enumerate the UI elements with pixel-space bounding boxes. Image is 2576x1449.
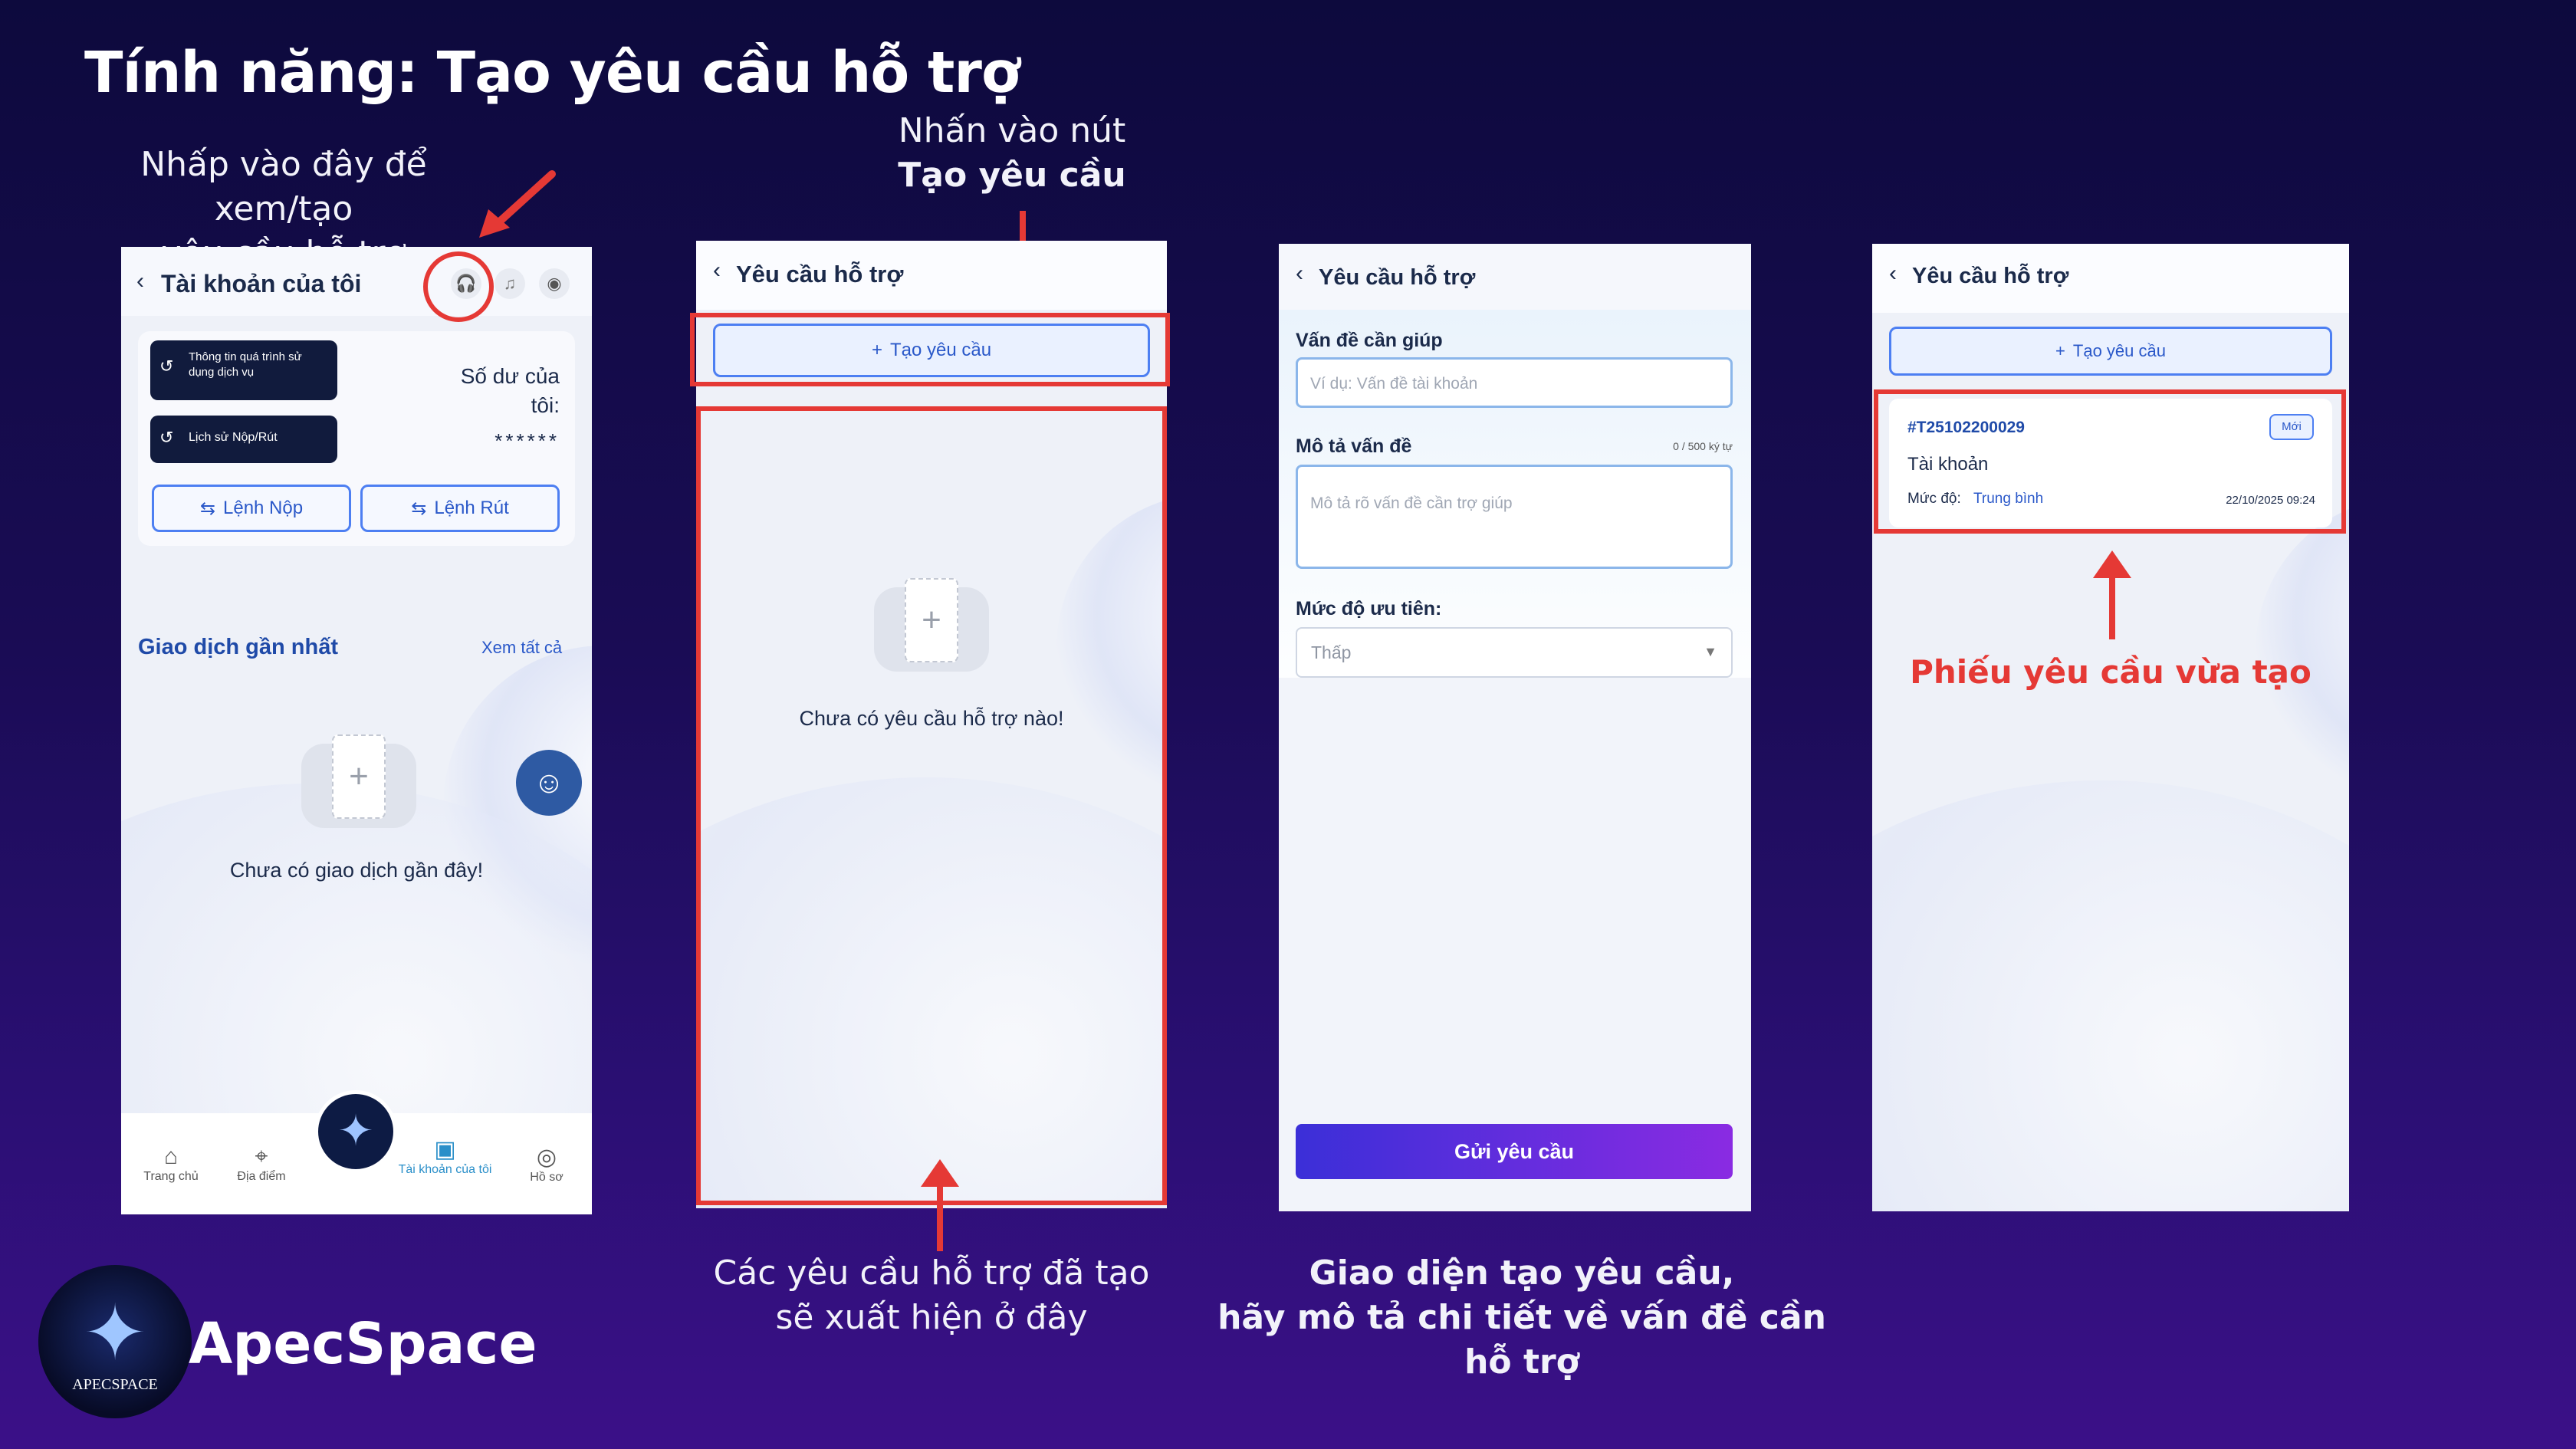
tab-profile-label: Hồ sơ — [530, 1171, 564, 1184]
submit-button[interactable]: Gửi yêu cầu — [1296, 1124, 1733, 1179]
priority-select[interactable]: Thấp ▼ — [1296, 627, 1733, 678]
list-hint-line2: sẽ xuất hiện ở đây — [775, 1298, 1088, 1337]
withdraw-label: Lệnh Rút — [434, 498, 509, 518]
tab-home-label: Trang chủ — [143, 1170, 199, 1183]
header-title: Yêu cầu hỗ trợ — [1912, 264, 2069, 288]
ticket-arrow-shaft — [2109, 578, 2115, 639]
deposit-icon: ⇆ — [199, 498, 215, 519]
location-pin-icon: ⌖ — [255, 1144, 268, 1169]
create-request-label: Tạo yêu cầu — [2072, 341, 2166, 360]
rocket-icon: ✦ — [83, 1288, 147, 1378]
balance-card: ↺ Thông tin quá trình sử dụng dịch vụ ↺ … — [138, 331, 575, 546]
deposit-label: Lệnh Nộp — [223, 498, 304, 518]
withdraw-icon: ⇆ — [411, 498, 427, 519]
list-hint-line1: Các yêu cầu hỗ trợ đã tạo — [713, 1254, 1150, 1293]
wallet-icon: ▣ — [434, 1137, 456, 1162]
screen-create-form: ‹ Yêu cầu hỗ trợ Vấn đề cần giúp Ví dụ: … — [1279, 244, 1751, 1211]
plus-icon: + — [2055, 341, 2065, 360]
form-hint: Giao diện tạo yêu cầu, hãy mô tả chi tiế… — [1196, 1251, 1848, 1385]
tab-profile[interactable]: ◎ Hồ sơ — [504, 1144, 589, 1184]
chevron-down-icon: ▼ — [1704, 644, 1717, 659]
form-hint-line1: Giao diện tạo yêu cầu, — [1309, 1254, 1735, 1293]
list-arrow-head — [921, 1159, 959, 1187]
back-chevron-icon[interactable]: ‹ — [713, 258, 721, 284]
tab-account-label: Tài khoản của tôi — [398, 1163, 492, 1176]
support-arrow — [479, 170, 556, 238]
create-button-highlight — [690, 313, 1170, 386]
new-ticket-hint: Phiếu yêu cầu vừa tạo — [1910, 653, 2312, 691]
header-title: Yêu cầu hỗ trợ — [1319, 265, 1476, 290]
ticket-highlight — [1874, 389, 2346, 534]
usage-history-button[interactable]: ↺ Thông tin quá trình sử dụng dịch vụ — [150, 340, 337, 400]
create-request-button[interactable]: + Tạo yêu cầu — [1889, 327, 2332, 376]
back-chevron-icon[interactable]: ‹ — [136, 268, 144, 294]
usage-history-label: Thông tin quá trình sử dụng dịch vụ — [189, 350, 302, 379]
header: ‹ Yêu cầu hỗ trợ — [1872, 244, 2349, 313]
home-icon: ⌂ — [163, 1144, 179, 1169]
tab-bar: ⌂ Trang chủ ⌖ Địa điểm ✦ ▣ Tài khoản của… — [121, 1090, 592, 1214]
history-icon: ↺ — [159, 356, 174, 376]
header: ‹ Tài khoản của tôi 🎧 ♫ ◉ — [121, 247, 592, 316]
desc-label: Mô tả vấn đề — [1296, 435, 1412, 457]
empty-state: + — [198, 734, 520, 828]
screen-my-account: ‹ Tài khoản của tôi 🎧 ♫ ◉ ↺ Thông tin qu… — [121, 247, 592, 1214]
deposit-history-label: Lịch sử Nộp/Rút — [189, 431, 278, 444]
issue-label: Vấn đề cần giúp — [1296, 330, 1443, 351]
create-hint: Nhấn vào nút Tạo yêu cầu — [843, 109, 1181, 198]
empty-text: Chưa có giao dịch gần đây! — [229, 859, 484, 882]
back-chevron-icon[interactable]: ‹ — [1296, 261, 1303, 287]
tab-account[interactable]: ▣ Tài khoản của tôi — [393, 1136, 497, 1177]
bell-icon[interactable]: ♫ — [495, 268, 525, 299]
header-title: Yêu cầu hỗ trợ — [736, 261, 904, 288]
header: ‹ Yêu cầu hỗ trợ — [1279, 244, 1751, 310]
logo-text: APECSPACE — [72, 1376, 158, 1393]
tab-places[interactable]: ⌖ Địa điểm — [219, 1144, 304, 1184]
page-title: Tính năng: Tạo yêu cầu hỗ trợ — [84, 40, 1020, 106]
back-chevron-icon[interactable]: ‹ — [1889, 261, 1897, 287]
ticket-arrow-head — [2093, 550, 2131, 578]
priority-value: Thấp — [1311, 642, 1352, 662]
desc-counter: 0 / 500 ký tự — [1673, 440, 1733, 452]
chatbot-icon[interactable]: ☺ — [516, 750, 582, 816]
list-area-highlight — [696, 406, 1167, 1205]
user-icon: ◎ — [536, 1145, 557, 1170]
create-hint-line2: Tạo yêu cầu — [898, 156, 1126, 195]
priority-label: Mức độ ưu tiên: — [1296, 598, 1442, 619]
history-icon: ↺ — [159, 428, 174, 447]
brand-logo: ✦ APECSPACE — [38, 1265, 192, 1418]
eye-icon[interactable]: ◉ — [539, 268, 570, 299]
list-hint: Các yêu cầu hỗ trợ đã tạo sẽ xuất hiện ở… — [690, 1251, 1173, 1340]
support-highlight-circle — [423, 251, 494, 322]
support-hint-line1: Nhấp vào đây để xem/tạo — [140, 145, 427, 228]
issue-input[interactable]: Ví dụ: Vấn đề tài khoản — [1296, 357, 1733, 408]
form-hint-line2: hãy mô tả chi tiết về vấn đề cần hỗ trợ — [1217, 1298, 1826, 1382]
recent-title: Giao dịch gần nhất — [138, 635, 339, 659]
desc-textarea[interactable]: Mô tả rõ vấn đề cần trợ giúp — [1296, 465, 1733, 569]
create-hint-line1: Nhấn vào nút — [898, 111, 1126, 150]
header: ‹ Yêu cầu hỗ trợ — [696, 241, 1167, 310]
deposit-history-button[interactable]: ↺ Lịch sử Nộp/Rút — [150, 416, 337, 463]
see-all-link[interactable]: Xem tất cả — [481, 638, 562, 658]
tab-home[interactable]: ⌂ Trang chủ — [129, 1144, 213, 1184]
balance-label: Số dư của tôi: — [460, 364, 560, 417]
tab-places-label: Địa điểm — [237, 1170, 286, 1183]
brand-name: ApecSpace — [189, 1311, 537, 1377]
empty-box-icon: + — [301, 734, 416, 828]
withdraw-button[interactable]: ⇆ Lệnh Rút — [360, 485, 560, 532]
list-arrow-shaft — [937, 1187, 943, 1251]
deposit-button[interactable]: ⇆ Lệnh Nộp — [152, 485, 351, 532]
balance-value: ****** — [495, 429, 560, 452]
header-title: Tài khoản của tôi — [161, 270, 362, 297]
center-logo-button[interactable]: ✦ — [314, 1090, 397, 1173]
